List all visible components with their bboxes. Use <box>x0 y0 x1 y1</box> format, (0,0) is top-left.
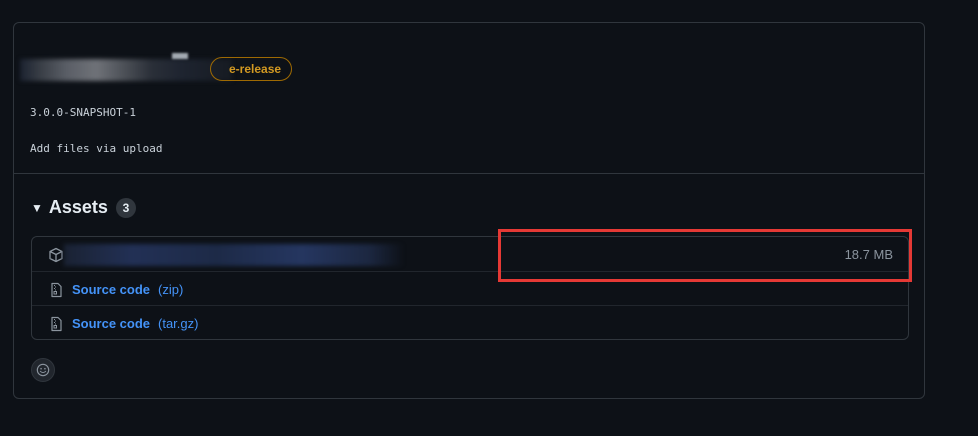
release-description: Add files via upload <box>30 142 163 155</box>
zip-format-label[interactable]: (zip) <box>158 282 183 297</box>
assets-title: Assets <box>48 197 108 217</box>
file-zip-icon <box>51 316 62 332</box>
section-divider <box>14 173 924 174</box>
asset-row-source-targz[interactable]: Source code (tar.gz) <box>32 305 908 339</box>
file-zip-icon <box>51 282 62 298</box>
pre-release-badge: e-release <box>210 57 293 81</box>
assets-count-badge: 3 <box>115 197 136 218</box>
redacted-release-title <box>20 59 232 81</box>
release-version-text: 3.0.0-SNAPSHOT-1 <box>30 106 136 119</box>
smiley-icon <box>36 363 50 377</box>
source-code-zip-link[interactable]: Source code <box>72 282 150 297</box>
release-card: e-release 3.0.0-SNAPSHOT-1 Add files via… <box>13 22 925 399</box>
annotation-highlight-box <box>498 229 912 282</box>
redacted-title-fragment <box>172 53 188 59</box>
assets-toggle[interactable]: ▼ Assets 3 <box>31 197 136 218</box>
redacted-asset-name[interactable] <box>64 244 404 266</box>
caret-down-icon: ▼ <box>31 200 43 215</box>
add-reaction-button[interactable] <box>31 358 55 382</box>
targz-format-label[interactable]: (tar.gz) <box>158 316 198 331</box>
source-code-targz-link[interactable]: Source code <box>72 316 150 331</box>
package-icon <box>49 247 63 263</box>
